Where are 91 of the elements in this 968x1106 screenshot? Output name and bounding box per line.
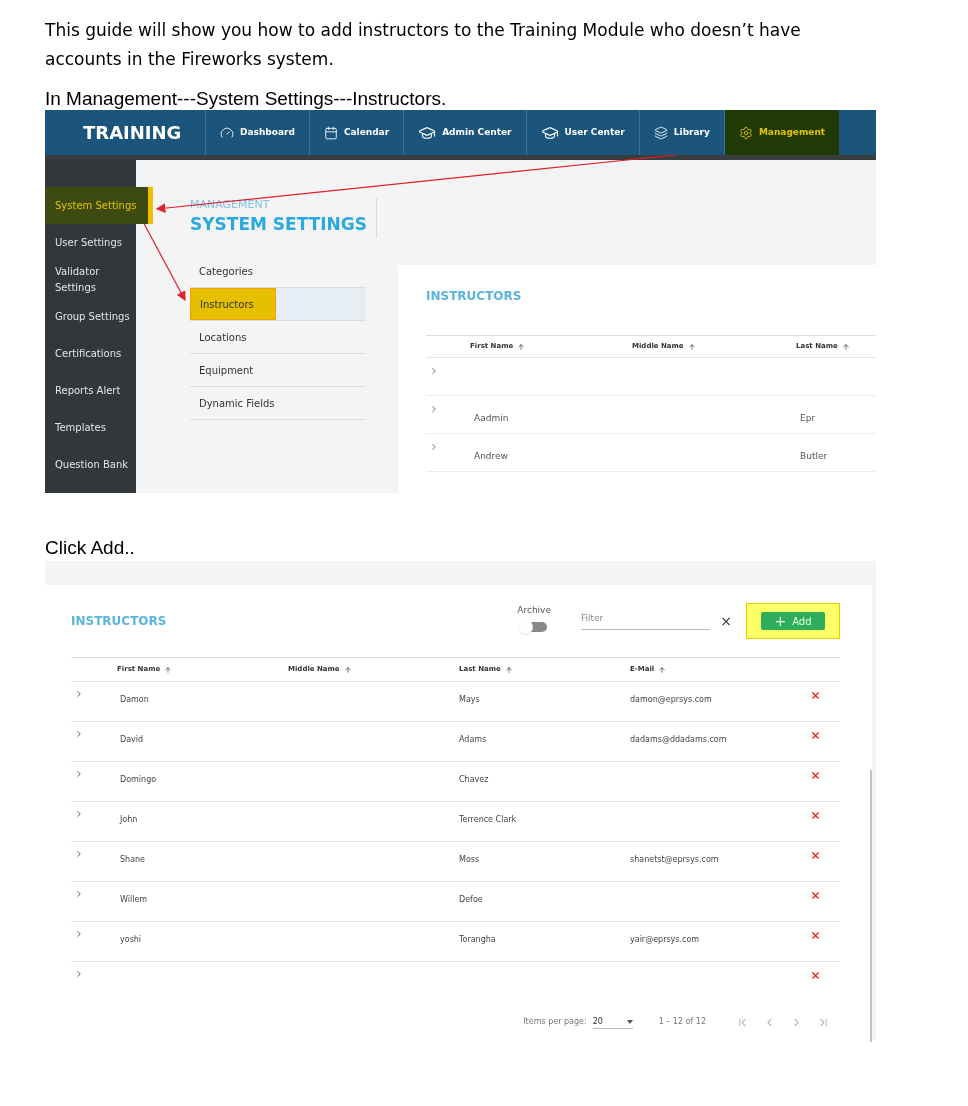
- chevron-right-icon: [429, 366, 439, 376]
- sort-arrow-icon: [504, 665, 513, 674]
- panel-title: INSTRUCTORS: [71, 613, 168, 630]
- table-cell: David: [120, 735, 144, 744]
- archive-label: Archive: [517, 604, 551, 618]
- submenu-item[interactable]: Locations: [190, 321, 366, 354]
- sort-arrow-icon: [841, 342, 850, 351]
- delete-icon[interactable]: [810, 810, 821, 821]
- delete-icon[interactable]: [810, 690, 821, 701]
- delete-icon[interactable]: [810, 730, 821, 741]
- layers-icon: [653, 125, 668, 140]
- sidebar-item[interactable]: Validator Settings: [45, 261, 136, 298]
- sort-arrow-icon: [687, 342, 696, 351]
- filter-field[interactable]: Filter: [581, 612, 710, 630]
- sort-arrow-icon: [164, 665, 173, 674]
- sidebar-item[interactable]: Reports Alert: [45, 372, 136, 409]
- table-row[interactable]: Willem Defoe: [71, 882, 840, 922]
- nav-tab[interactable]: Management: [723, 110, 840, 155]
- calendar-icon: [323, 125, 338, 140]
- table-row[interactable]: John Terrence Clark: [71, 802, 840, 842]
- dropdown-caret-icon: [626, 1019, 633, 1024]
- gauge-icon: [220, 125, 234, 140]
- sidebar-item[interactable]: Question Bank: [45, 446, 136, 483]
- table-cell: Mays: [459, 695, 480, 704]
- table-cell: Epr: [800, 413, 816, 423]
- table-cell: Adams: [459, 735, 487, 744]
- table-cell: Shane: [120, 855, 146, 864]
- brand-title: TRAINING: [82, 121, 183, 145]
- step-caption: Click Add..: [45, 537, 136, 559]
- table-cell: Chavez: [459, 775, 489, 784]
- scrollbar-thumb[interactable]: [870, 770, 872, 1042]
- table-cell: Aadmin: [474, 413, 509, 423]
- table-cell: Domingo: [120, 775, 157, 784]
- sidebar-item[interactable]: Group Settings: [45, 298, 136, 335]
- submenu-item[interactable]: Equipment: [190, 354, 366, 387]
- panel-title: INSTRUCTORS: [426, 288, 523, 305]
- delete-icon[interactable]: [810, 890, 821, 901]
- sort-arrow-icon: [343, 665, 352, 674]
- table-row[interactable]: Andrew Butler: [426, 434, 876, 472]
- sidebar-item[interactable]: User Settings: [45, 224, 136, 261]
- sidebar-item[interactable]: System Settings: [45, 187, 153, 224]
- sidebar-item[interactable]: Templates: [45, 409, 136, 446]
- table-row[interactable]: Domingo Chavez: [71, 762, 840, 802]
- chevron-right-icon: [74, 769, 84, 779]
- intro-paragraph: This guide will show you how to add instructors to the Training Module who doesn’t have accounts in the Fireworks system.: [45, 19, 802, 71]
- step-caption: In Management---System Settings---Instructors.: [45, 88, 448, 110]
- submenu-item[interactable]: Instructors: [190, 288, 366, 321]
- sort-arrow-icon: [517, 342, 526, 351]
- table-cell: Terrence Clark: [459, 815, 517, 824]
- table-row[interactable]: Damon Mays damon@eprsys.com: [71, 682, 840, 722]
- table-cell: Moss: [459, 855, 480, 864]
- page-title: SYSTEM SETTINGS: [190, 213, 369, 236]
- table-row[interactable]: Shane Moss shanetst@eprsys.com: [71, 842, 840, 882]
- chevron-right-icon: [429, 442, 439, 452]
- sidebar-item[interactable]: Certifications: [45, 335, 136, 372]
- chevron-right-icon: [74, 889, 84, 899]
- chevron-right-icon: [74, 809, 84, 819]
- archive-toggle[interactable]: [521, 621, 548, 632]
- table-row[interactable]: Aadmin Epr: [426, 396, 876, 434]
- table-cell: John: [120, 815, 138, 824]
- table-cell: damon@eprsys.com: [630, 695, 712, 704]
- gear-icon: [738, 125, 753, 140]
- sort-arrow-icon: [658, 665, 667, 674]
- table-cell: shanetst@eprsys.com: [630, 855, 719, 864]
- delete-icon[interactable]: [810, 850, 821, 861]
- chevron-right-icon: [74, 969, 84, 979]
- table-cell: Willem: [120, 895, 148, 904]
- submenu-item[interactable]: Dynamic Fields: [190, 387, 366, 420]
- chevron-right-icon: [74, 849, 84, 859]
- chevron-right-icon: [74, 729, 84, 739]
- items-per-page-label: Items per page:: [523, 1016, 587, 1028]
- clear-filter-button[interactable]: ×: [720, 610, 732, 632]
- table-cell: Defoe: [459, 895, 483, 904]
- delete-icon[interactable]: [810, 770, 821, 781]
- table-row[interactable]: yoshi Torangha yair@eprsys.com: [71, 922, 840, 962]
- table-cell: yoshi: [120, 935, 142, 944]
- table-cell: dadams@ddadams.com: [630, 735, 727, 744]
- table-cell: Torangha: [459, 935, 496, 944]
- delete-icon[interactable]: [810, 930, 821, 941]
- table-cell: Andrew: [474, 451, 508, 461]
- chevron-right-icon: [74, 689, 84, 699]
- section-overline: MANAGEMENT: [190, 198, 271, 212]
- page-range: 1 – 12 of 12: [658, 1016, 706, 1028]
- table-cell: Damon: [120, 695, 149, 704]
- table-cell: Butler: [800, 451, 828, 461]
- chevron-right-icon: [74, 929, 84, 939]
- items-per-page-select[interactable]: 20: [592, 1015, 633, 1029]
- chevron-right-icon: [429, 404, 439, 414]
- delete-icon[interactable]: [810, 970, 821, 981]
- table-row[interactable]: David Adams dadams@ddadams.com: [71, 722, 840, 762]
- table-cell: yair@eprsys.com: [630, 935, 700, 944]
